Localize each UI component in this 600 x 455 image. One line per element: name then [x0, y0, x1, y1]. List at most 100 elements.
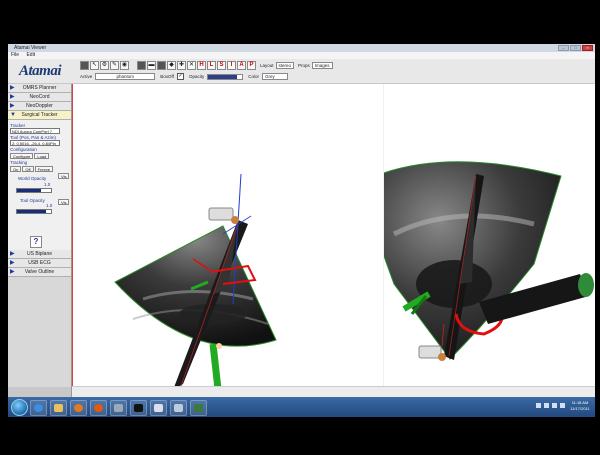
tray-flag-icon[interactable] [544, 403, 549, 408]
sidebar-item-us-biplane[interactable]: ▶ US Biplane [8, 250, 71, 259]
box-label: BoxOff [160, 74, 174, 79]
sidebar: ▶ OMRS Planner ▶ NeoCord ▶ NeoDoppler ▼ Surg… [8, 84, 72, 397]
window-icon[interactable] [150, 400, 167, 416]
configure-button[interactable]: Configure [10, 153, 34, 159]
color-select[interactable]: Grey [261, 73, 288, 80]
color-label: Color [248, 74, 259, 79]
layout-label: Layout [260, 63, 274, 68]
config-label: Configuration [10, 147, 37, 152]
tray-network-icon[interactable] [552, 403, 557, 408]
expand-arrow-icon: ▶ [10, 269, 15, 275]
expand-arrow-icon: ▶ [10, 260, 15, 266]
camera-icon[interactable]: ◉ [120, 61, 129, 70]
app-screen: Atamai Viewer – □ × File Edit Atamai ↖ ⚙… [8, 44, 595, 417]
tool5-icon[interactable]: ✚ [177, 61, 186, 70]
tray-up-icon[interactable] [536, 403, 541, 408]
sidebar-item-surgical-tracker[interactable]: ▼ Surgical Tracker [8, 111, 71, 120]
toolpos-select[interactable]: 2: 0.5016, -26.4, 0.84Pln [10, 140, 60, 146]
tool-vis-button[interactable]: Vis [58, 199, 70, 205]
expand-arrow-icon: ▶ [10, 251, 15, 257]
maximize-button[interactable]: □ [570, 45, 581, 51]
sidebar-item-label: NeoCord [29, 94, 50, 100]
expand-arrow-icon: ▶ [10, 94, 15, 100]
clock[interactable]: 11:18 AM 11/17/2011 [567, 400, 593, 412]
sidebar-item-label: NeoDoppler [26, 103, 53, 109]
tracker-select[interactable]: NDI Aurora ComPort 7 [10, 128, 60, 134]
misc-icon[interactable] [110, 400, 127, 416]
props-label: Props [298, 63, 310, 68]
window-icon-2[interactable] [170, 400, 187, 416]
world-vis-button[interactable]: Vis [58, 173, 70, 179]
tray-volume-icon[interactable] [560, 403, 565, 408]
menu-edit[interactable]: Edit [26, 52, 35, 58]
view-a-button[interactable]: A [237, 61, 246, 70]
pin-icon[interactable]: ✎ [110, 61, 119, 70]
active-label: Active [80, 74, 93, 79]
toolbar-row-2: Active phantom BoxOff ✓ Opacity Color Gr… [80, 73, 288, 80]
media-icon[interactable] [70, 400, 87, 416]
ultrasound-3d-render-left [114, 173, 277, 390]
sidebar-item-neodoppler[interactable]: ▶ NeoDoppler [8, 102, 71, 111]
view-h-button[interactable]: H [197, 61, 206, 70]
firefox-icon[interactable] [90, 400, 107, 416]
view-grid-icon[interactable] [80, 61, 89, 70]
box-checkbox[interactable]: ✓ [176, 73, 184, 80]
tracking-freeze-button[interactable]: Freeze [34, 166, 54, 172]
menu-file[interactable]: File [11, 52, 19, 58]
active-select[interactable]: phantom [95, 73, 156, 80]
view-s-button[interactable]: S [217, 61, 226, 70]
tool1-icon[interactable] [137, 61, 146, 70]
tool-opacity-slider[interactable] [16, 209, 52, 214]
tool-opacity-slider-fill [17, 210, 46, 213]
windows-start-icon[interactable] [11, 399, 28, 416]
sidebar-item-usb-ecg[interactable]: ▶ USB ECG [8, 259, 71, 268]
tracking-on-button[interactable]: On [10, 166, 22, 172]
tracking-off-button[interactable]: Off [22, 166, 34, 172]
load-button[interactable]: Load [34, 153, 50, 159]
world-opacity-slider[interactable] [16, 188, 52, 193]
tool-opacity-value: 1.0 [46, 203, 53, 208]
view-p-button[interactable]: P [247, 61, 256, 70]
sidebar-item-omrs-planner[interactable]: ▶ OMRS Planner [8, 84, 71, 93]
menu-bar: File Edit [8, 52, 595, 59]
world-opacity-slider-fill [17, 189, 41, 192]
toolpos-label: Tool (Pos, Pan & Azim) [10, 135, 57, 140]
minimize-button[interactable]: – [558, 45, 569, 51]
opacity-slider[interactable] [207, 73, 244, 80]
atamai-icon[interactable] [190, 400, 207, 416]
tool-opacity-label: Tool Opacity [20, 198, 45, 203]
explorer-icon[interactable] [50, 400, 67, 416]
tool2-icon[interactable]: ▬ [147, 61, 156, 70]
arrow-icon[interactable]: ↖ [90, 61, 99, 70]
sidebar-item-label: USB ECG [28, 260, 51, 266]
help-button[interactable]: ? [30, 236, 42, 248]
props-select[interactable]: Images [311, 62, 333, 69]
system-tray [536, 403, 565, 408]
view-l-button[interactable]: L [207, 61, 216, 70]
sidebar-item-neocord[interactable]: ▶ NeoCord [8, 93, 71, 102]
viewport-right[interactable] [357, 84, 595, 386]
atamai-logo: Atamai [18, 63, 62, 79]
surgical-tracker-panel: Tracker NDI Aurora ComPort 7 Tool (Pos, … [8, 120, 71, 250]
world-opacity-value: 1.0 [44, 182, 51, 187]
title-bar: Atamai Viewer – □ × [8, 44, 595, 52]
toolbar: Atamai ↖ ⚙ ✎ ◉ ▬ ◆ ✚ ✕ H L S I A P Layou… [8, 59, 595, 84]
clock-date: 11/17/2011 [570, 406, 590, 411]
settings-icon[interactable]: ⚙ [100, 61, 109, 70]
sidebar-item-label: US Biplane [26, 251, 52, 257]
toolbar-row-1: ↖ ⚙ ✎ ◉ ▬ ◆ ✚ ✕ H L S I A P Layout stere… [80, 61, 333, 70]
tracking-label: Tracking [10, 160, 28, 165]
taskbar: 11:18 AM 11/17/2011 [8, 397, 595, 417]
terminal-icon[interactable] [130, 400, 147, 416]
sidebar-item-valve-outline[interactable]: ▶ Valve Outline [8, 268, 71, 277]
tool3-icon[interactable] [157, 61, 166, 70]
layout-select[interactable]: stereo [275, 62, 295, 69]
sidebar-item-label: OMRS Planner [22, 85, 57, 91]
view-i-button[interactable]: I [227, 61, 236, 70]
ie-icon[interactable] [30, 400, 47, 416]
viewport-left[interactable] [72, 84, 383, 390]
close-button[interactable]: × [582, 45, 593, 51]
tool4-icon[interactable]: ◆ [167, 61, 176, 70]
tool6-icon[interactable]: ✕ [187, 61, 196, 70]
opacity-slider-fill [208, 74, 238, 79]
